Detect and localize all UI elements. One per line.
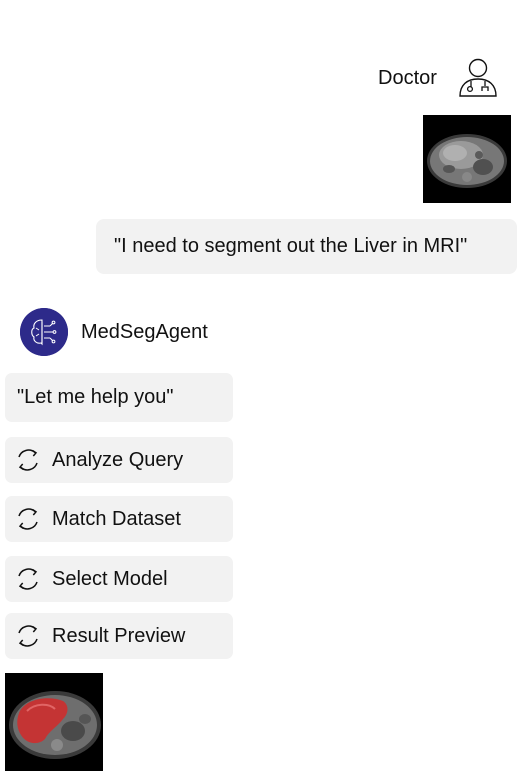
doctor-icon bbox=[455, 56, 501, 100]
step-match-dataset: Match Dataset bbox=[5, 496, 233, 542]
step-result-preview: Result Preview bbox=[5, 613, 233, 659]
step-select-model: Select Model bbox=[5, 556, 233, 602]
step-label: Match Dataset bbox=[52, 507, 181, 530]
agent-reply-bubble: "Let me help you" bbox=[5, 373, 233, 422]
mri-input-image bbox=[423, 115, 511, 203]
loading-icon bbox=[13, 504, 43, 534]
brain-circuit-icon bbox=[20, 308, 68, 356]
mri-segmentation-result-image bbox=[5, 673, 103, 771]
step-label: Select Model bbox=[52, 567, 168, 590]
step-label: Result Preview bbox=[52, 624, 186, 647]
loading-icon bbox=[13, 564, 43, 594]
step-label: Analyze Query bbox=[52, 448, 184, 471]
loading-icon bbox=[13, 445, 43, 475]
loading-icon bbox=[13, 621, 43, 651]
user-message-bubble: "I need to segment out the Liver in MRI" bbox=[96, 219, 517, 274]
user-name: Doctor bbox=[378, 67, 437, 89]
step-analyze-query: Analyze Query bbox=[5, 437, 233, 483]
agent-name: MedSegAgent bbox=[81, 321, 208, 343]
